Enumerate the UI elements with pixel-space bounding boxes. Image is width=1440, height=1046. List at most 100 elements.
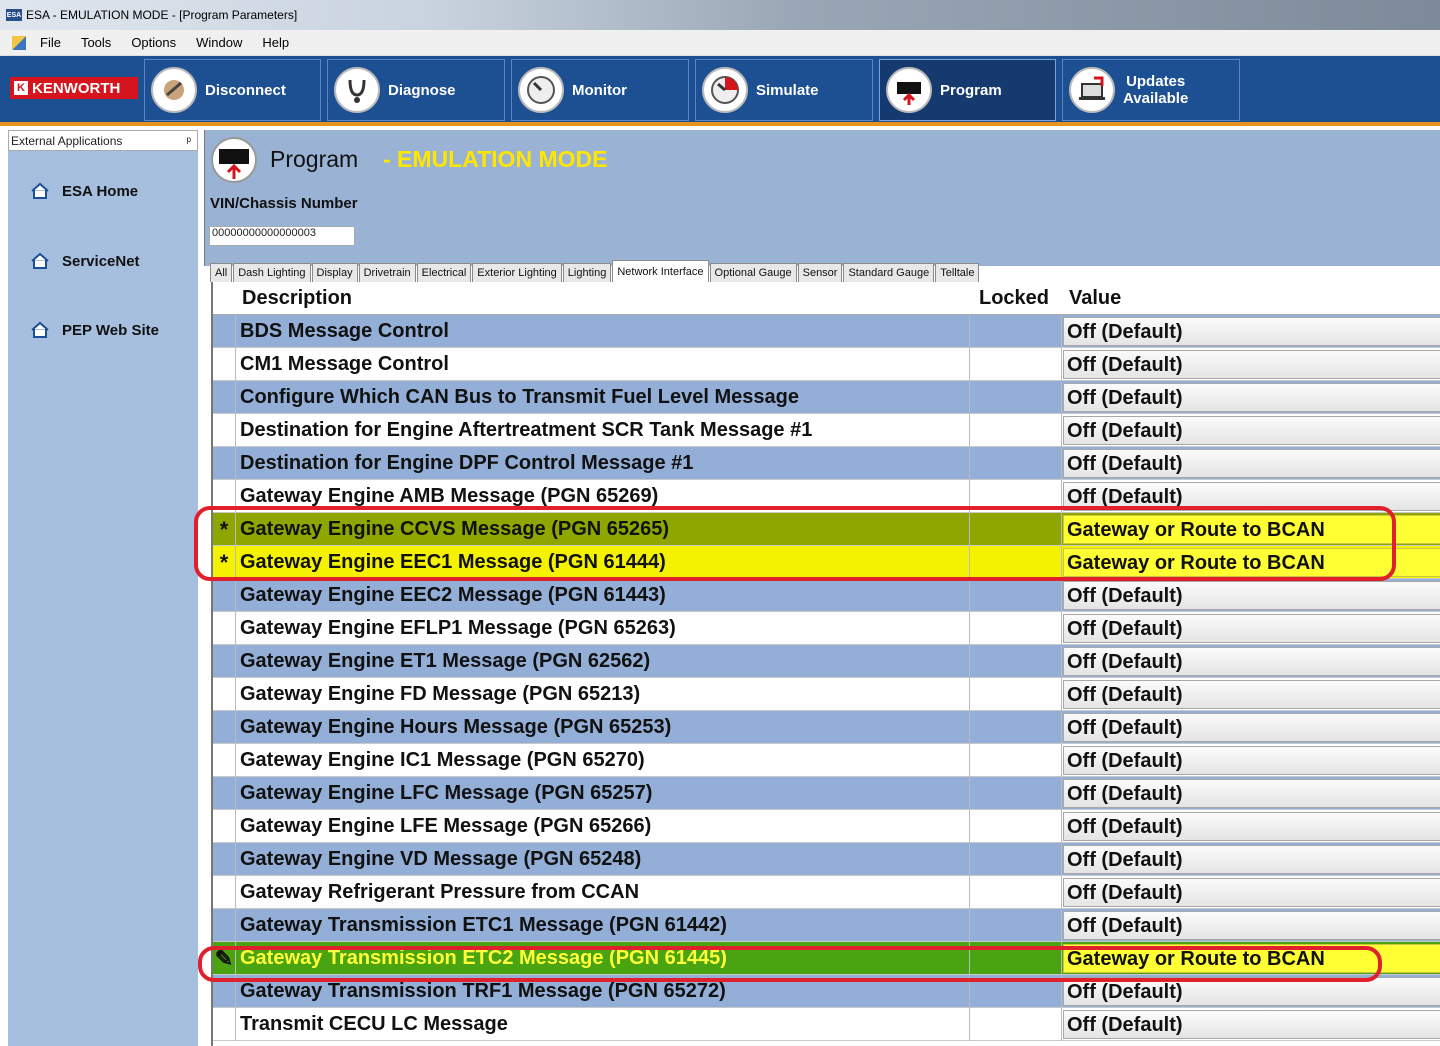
tab-sensor[interactable]: Sensor [797, 263, 843, 282]
table-row[interactable]: Destination for Engine Aftertreatment SC… [213, 414, 1440, 447]
program-button[interactable]: Program [879, 59, 1056, 121]
row-selector[interactable] [213, 447, 236, 480]
vin-field[interactable]: 00000000000000003 [209, 226, 355, 246]
row-selector[interactable] [213, 810, 236, 843]
value-dropdown[interactable]: Off (Default) [1063, 383, 1440, 412]
value-dropdown[interactable]: Off (Default) [1063, 317, 1440, 346]
document-icon[interactable] [12, 35, 26, 50]
table-row[interactable]: Configure Which CAN Bus to Transmit Fuel… [213, 381, 1440, 414]
table-row[interactable]: Gateway Engine EFLP1 Message (PGN 65263)… [213, 612, 1440, 645]
row-selector[interactable] [213, 579, 236, 612]
row-selector[interactable] [213, 612, 236, 645]
tab-network-interface[interactable]: Network Interface [612, 260, 709, 282]
menu-window[interactable]: Window [196, 35, 242, 50]
row-selector[interactable] [213, 1008, 236, 1041]
row-selector[interactable] [213, 975, 236, 1008]
value-dropdown[interactable]: Gateway or Route to BCAN [1063, 944, 1440, 973]
row-selector[interactable] [213, 876, 236, 909]
tab-dash-lighting[interactable]: Dash Lighting [233, 263, 311, 282]
row-selector[interactable]: * [213, 513, 236, 546]
sidebar-item-esa-home[interactable]: ESA Home [30, 182, 138, 200]
row-selector[interactable]: * [213, 546, 236, 579]
table-row[interactable]: Gateway Engine AMB Message (PGN 65269) Of… [213, 480, 1440, 513]
table-row[interactable]: * Gateway Engine EEC1 Message (PGN 61444)… [213, 546, 1440, 579]
row-selector[interactable] [213, 414, 236, 447]
value-dropdown[interactable]: Off (Default) [1063, 581, 1440, 610]
table-row[interactable]: Gateway Engine FD Message (PGN 65213) Off… [213, 678, 1440, 711]
row-selector[interactable] [213, 744, 236, 777]
menu-file[interactable]: File [40, 35, 61, 50]
table-row[interactable]: Gateway Engine VD Message (PGN 65248) Off… [213, 843, 1440, 876]
table-row[interactable]: Destination for Engine DPF Control Messa… [213, 447, 1440, 480]
value-dropdown[interactable]: Off (Default) [1063, 647, 1440, 676]
table-row[interactable]: Gateway Engine ET1 Message (PGN 62562) Of… [213, 645, 1440, 678]
tab-exterior-lighting[interactable]: Exterior Lighting [472, 263, 562, 282]
tab-telltale[interactable]: Telltale [935, 263, 980, 282]
menu-tools[interactable]: Tools [81, 35, 111, 50]
table-row[interactable]: Gateway Engine LFE Message (PGN 65266) Of… [213, 810, 1440, 843]
value-dropdown[interactable]: Off (Default) [1063, 977, 1440, 1006]
table-row[interactable]: ✎ Gateway Transmission ETC2 Message (PGN … [213, 942, 1440, 975]
table-row[interactable]: Transmit CECU LC Message Off (Default) [213, 1008, 1440, 1041]
menu-options[interactable]: Options [131, 35, 176, 50]
column-value[interactable]: Value [1069, 287, 1121, 310]
row-selector[interactable] [213, 678, 236, 711]
column-locked[interactable]: Locked [979, 287, 1049, 310]
row-locked-cell [969, 777, 1062, 810]
value-dropdown[interactable]: Off (Default) [1063, 449, 1440, 478]
value-dropdown[interactable]: Off (Default) [1063, 812, 1440, 841]
value-dropdown[interactable]: Off (Default) [1063, 746, 1440, 775]
tab-all[interactable]: All [210, 263, 233, 282]
disconnect-button[interactable]: Disconnect [144, 59, 321, 121]
value-dropdown[interactable]: Off (Default) [1063, 845, 1440, 874]
row-selector[interactable] [213, 777, 236, 810]
menu-help[interactable]: Help [262, 35, 289, 50]
value-dropdown[interactable]: Off (Default) [1063, 1010, 1440, 1039]
sidebar-item-pep-web-site[interactable]: PEP Web Site [30, 321, 159, 339]
value-dropdown[interactable]: Off (Default) [1063, 614, 1440, 643]
table-row[interactable]: Gateway Engine Hours Message (PGN 65253)… [213, 711, 1440, 744]
row-selector[interactable]: ✎ [213, 942, 236, 975]
table-row[interactable]: * Gateway Engine CCVS Message (PGN 65265)… [213, 513, 1440, 546]
tab-drivetrain[interactable]: Drivetrain [358, 263, 416, 282]
table-row[interactable]: Gateway Engine EEC2 Message (PGN 61443) O… [213, 579, 1440, 612]
tab-standard-gauge[interactable]: Standard Gauge [843, 263, 935, 282]
table-row[interactable]: BDS Message Control Off (Default) [213, 315, 1440, 348]
row-selector[interactable] [213, 645, 236, 678]
value-dropdown[interactable]: Off (Default) [1063, 680, 1440, 709]
value-dropdown[interactable]: Gateway or Route to BCAN [1063, 515, 1440, 544]
value-dropdown[interactable]: Gateway or Route to BCAN [1063, 548, 1440, 577]
table-row[interactable]: CM1 Message Control Off (Default) [213, 348, 1440, 381]
row-selector[interactable] [213, 480, 236, 513]
value-dropdown[interactable]: Off (Default) [1063, 779, 1440, 808]
pin-icon[interactable]: ᵖ [186, 134, 191, 148]
row-selector[interactable] [213, 909, 236, 942]
value-dropdown[interactable]: Off (Default) [1063, 416, 1440, 445]
updates-available-button[interactable]: Updates Available [1062, 59, 1240, 121]
diagnose-button[interactable]: Diagnose [327, 59, 505, 121]
row-selector[interactable] [213, 315, 236, 348]
tab-display[interactable]: Display [311, 263, 358, 282]
table-row[interactable]: Gateway Transmission ETC1 Message (PGN 6… [213, 909, 1440, 942]
tab-optional-gauge[interactable]: Optional Gauge [709, 263, 797, 282]
value-dropdown[interactable]: Off (Default) [1063, 878, 1440, 907]
value-dropdown[interactable]: Off (Default) [1063, 482, 1440, 511]
row-selector[interactable] [213, 381, 236, 414]
row-locked-cell [969, 876, 1062, 909]
value-dropdown[interactable]: Off (Default) [1063, 911, 1440, 940]
table-row[interactable]: Gateway Engine IC1 Message (PGN 65270) Of… [213, 744, 1440, 777]
value-dropdown[interactable]: Off (Default) [1063, 350, 1440, 379]
column-description[interactable]: Description [242, 287, 352, 310]
table-row[interactable]: Gateway Transmission TRF1 Message (PGN 6… [213, 975, 1440, 1008]
row-selector[interactable] [213, 843, 236, 876]
sidebar-item-servicenet[interactable]: ServiceNet [30, 252, 140, 270]
tab-electrical[interactable]: Electrical [416, 263, 472, 282]
monitor-button[interactable]: Monitor [511, 59, 689, 121]
value-dropdown[interactable]: Off (Default) [1063, 713, 1440, 742]
table-row[interactable]: Gateway Refrigerant Pressure from CCAN Of… [213, 876, 1440, 909]
row-selector[interactable] [213, 348, 236, 381]
table-row[interactable]: Gateway Engine LFC Message (PGN 65257) Of… [213, 777, 1440, 810]
tab-lighting[interactable]: Lighting [562, 263, 612, 282]
row-selector[interactable] [213, 711, 236, 744]
simulate-button[interactable]: Simulate [695, 59, 873, 121]
